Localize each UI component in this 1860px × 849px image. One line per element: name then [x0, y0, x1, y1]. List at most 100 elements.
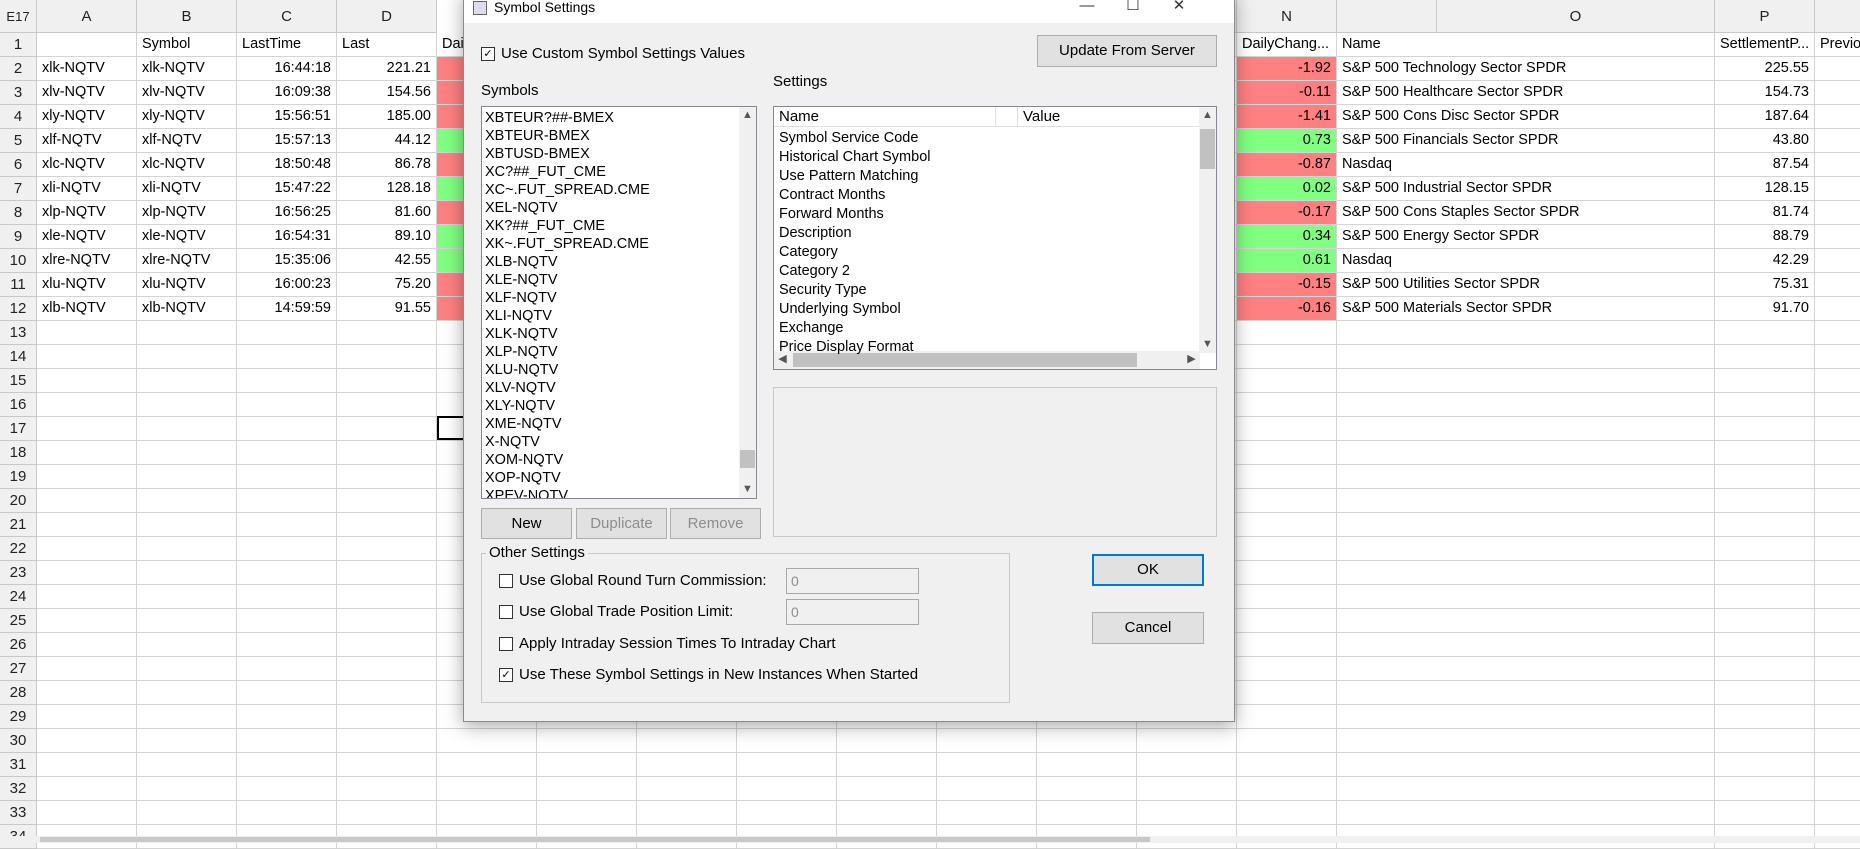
- grid-cell[interactable]: [1237, 633, 1337, 657]
- grid-cell[interactable]: [1715, 753, 1815, 777]
- grid-cell[interactable]: -1.41: [1237, 105, 1337, 129]
- grid-cell[interactable]: [337, 393, 437, 417]
- row-header[interactable]: 25: [0, 609, 37, 633]
- grid-cell[interactable]: [37, 33, 137, 57]
- symbol-list-item[interactable]: XLE-NQTV: [485, 271, 558, 289]
- grid-cell[interactable]: [1815, 297, 1860, 321]
- grid-cell[interactable]: [1815, 153, 1860, 177]
- grid-cell[interactable]: [1815, 129, 1860, 153]
- grid-cell[interactable]: [37, 417, 137, 441]
- row-header[interactable]: 27: [0, 657, 37, 681]
- grid-cell[interactable]: [1337, 633, 1715, 657]
- grid-cell[interactable]: [1337, 345, 1715, 369]
- grid-cell[interactable]: [1815, 441, 1860, 465]
- grid-cell[interactable]: xlf-NQTV: [137, 129, 237, 153]
- row-header[interactable]: 6: [0, 153, 37, 177]
- grid-cell[interactable]: [1815, 345, 1860, 369]
- grid-cell[interactable]: [137, 585, 237, 609]
- row-header[interactable]: 32: [0, 777, 37, 801]
- grid-cell[interactable]: SettlementP...: [1715, 33, 1815, 57]
- grid-cell[interactable]: S&P 500 Energy Sector SPDR: [1337, 225, 1715, 249]
- grid-cell[interactable]: [237, 753, 337, 777]
- grid-cell[interactable]: [1815, 369, 1860, 393]
- grid-cell[interactable]: [1715, 465, 1815, 489]
- grid-cell[interactable]: xly-NQTV: [137, 105, 237, 129]
- grid-cell[interactable]: [1815, 393, 1860, 417]
- grid-cell[interactable]: [37, 657, 137, 681]
- grid-cell[interactable]: [1715, 417, 1815, 441]
- symbol-list-item[interactable]: X-NQTV: [485, 433, 540, 451]
- row-header[interactable]: 11: [0, 273, 37, 297]
- row-header[interactable]: 29: [0, 705, 37, 729]
- grid-cell[interactable]: [37, 345, 137, 369]
- grid-cell[interactable]: [137, 681, 237, 705]
- grid-cell[interactable]: [537, 777, 637, 801]
- grid-cell[interactable]: [1815, 537, 1860, 561]
- grid-cell[interactable]: [137, 609, 237, 633]
- setting-row-name[interactable]: Exchange: [779, 319, 844, 338]
- grid-cell[interactable]: 15:56:51: [237, 105, 337, 129]
- row-header[interactable]: 31: [0, 753, 37, 777]
- new-button[interactable]: New: [481, 508, 572, 539]
- chevron-down-icon[interactable]: ▼: [1199, 336, 1216, 353]
- grid-cell[interactable]: 15:47:22: [237, 177, 337, 201]
- chevron-up-icon[interactable]: ▲: [739, 107, 756, 124]
- grid-cell[interactable]: [1237, 705, 1337, 729]
- setting-row-name[interactable]: Underlying Symbol: [779, 300, 901, 319]
- setting-row-name[interactable]: Use Pattern Matching: [779, 167, 918, 186]
- grid-cell[interactable]: [237, 441, 337, 465]
- grid-cell[interactable]: [1337, 753, 1715, 777]
- grid-cell[interactable]: [37, 609, 137, 633]
- grid-cell[interactable]: [1237, 489, 1337, 513]
- setting-row-name[interactable]: Contract Months: [779, 186, 885, 205]
- grid-cell[interactable]: [737, 801, 837, 825]
- row-header[interactable]: 30: [0, 729, 37, 753]
- grid-cell[interactable]: [1237, 465, 1337, 489]
- grid-cell[interactable]: xle-NQTV: [37, 225, 137, 249]
- grid-cell[interactable]: [737, 729, 837, 753]
- round-turn-checkbox[interactable]: [499, 574, 513, 588]
- close-icon[interactable]: ✕: [1156, 0, 1202, 23]
- grid-cell[interactable]: [37, 633, 137, 657]
- grid-cell[interactable]: [137, 369, 237, 393]
- setting-row-name[interactable]: Category: [779, 243, 838, 262]
- grid-cell[interactable]: [337, 705, 437, 729]
- grid-cell[interactable]: [37, 777, 137, 801]
- symbol-list-item[interactable]: XLY-NQTV: [485, 397, 555, 415]
- grid-cell[interactable]: [1337, 561, 1715, 585]
- row-header[interactable]: 10: [0, 249, 37, 273]
- grid-cell[interactable]: [1237, 417, 1337, 441]
- row-header[interactable]: 9: [0, 225, 37, 249]
- symbol-list-item[interactable]: XLI-NQTV: [485, 307, 552, 325]
- column-header[interactable]: [1815, 0, 1860, 33]
- setting-row-name[interactable]: Forward Months: [779, 205, 884, 224]
- grid-cell[interactable]: 16:09:38: [237, 81, 337, 105]
- grid-cell[interactable]: xlu-NQTV: [37, 273, 137, 297]
- intraday-checkbox[interactable]: [499, 637, 513, 651]
- symbol-list-item[interactable]: XLU-NQTV: [485, 361, 558, 379]
- grid-cell[interactable]: [1237, 393, 1337, 417]
- grid-cell[interactable]: 0.61: [1237, 249, 1337, 273]
- grid-cell[interactable]: [1815, 753, 1860, 777]
- setting-row-name[interactable]: Symbol Service Code: [779, 129, 918, 148]
- grid-cell[interactable]: Nasdaq: [1337, 153, 1715, 177]
- grid-cell[interactable]: [137, 465, 237, 489]
- grid-cell[interactable]: 75.31: [1715, 273, 1815, 297]
- grid-cell[interactable]: Name: [1337, 33, 1715, 57]
- grid-cell[interactable]: [237, 393, 337, 417]
- grid-cell[interactable]: [1815, 633, 1860, 657]
- grid-cell[interactable]: [1815, 729, 1860, 753]
- grid-cell[interactable]: [1137, 777, 1237, 801]
- grid-cell[interactable]: S&P 500 Utilities Sector SPDR: [1337, 273, 1715, 297]
- setting-row-name[interactable]: Description: [779, 224, 852, 243]
- grid-cell[interactable]: [1137, 729, 1237, 753]
- grid-cell[interactable]: [337, 753, 437, 777]
- grid-cell[interactable]: [1815, 513, 1860, 537]
- grid-cell[interactable]: [337, 585, 437, 609]
- grid-cell[interactable]: [37, 681, 137, 705]
- grid-cell[interactable]: [237, 537, 337, 561]
- grid-cell[interactable]: xlp-NQTV: [37, 201, 137, 225]
- grid-cell[interactable]: [1237, 777, 1337, 801]
- grid-cell[interactable]: [1337, 369, 1715, 393]
- grid-cell[interactable]: [1715, 705, 1815, 729]
